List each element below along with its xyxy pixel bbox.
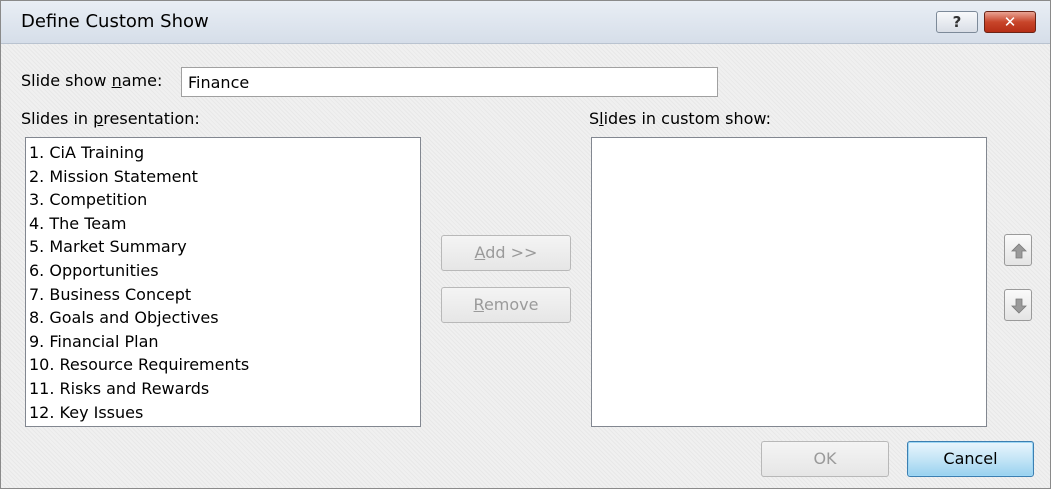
list-item[interactable]: 10. Resource Requirements xyxy=(26,353,420,377)
label-mnemonic: p xyxy=(93,109,104,128)
move-up-button[interactable] xyxy=(1004,234,1032,266)
list-item[interactable]: 6. Opportunities xyxy=(26,259,420,283)
slide-show-name-label: Slide show name: xyxy=(21,71,162,90)
help-button[interactable]: ? xyxy=(936,11,978,33)
button-label: emove xyxy=(483,295,539,314)
button-label: dd >> xyxy=(485,243,538,262)
button-mnemonic: A xyxy=(474,243,486,262)
slides-in-presentation-label: Slides in presentation: xyxy=(21,109,200,128)
close-button[interactable]: ✕ xyxy=(984,11,1036,33)
remove-button[interactable]: Remove xyxy=(441,287,571,323)
list-item[interactable]: 2. Mission Statement xyxy=(26,165,420,189)
define-custom-show-dialog: Define Custom Show ? ✕ Slide show name: … xyxy=(0,0,1051,489)
cancel-button[interactable]: Cancel xyxy=(907,441,1034,477)
list-item[interactable]: 9. Financial Plan xyxy=(26,330,420,354)
label-text: Slides in xyxy=(21,109,94,128)
help-icon: ? xyxy=(952,13,962,31)
ok-button[interactable]: OK xyxy=(761,441,889,477)
add-button[interactable]: Add >> xyxy=(441,235,571,271)
label-text: ame: xyxy=(121,71,163,90)
move-down-button[interactable] xyxy=(1004,289,1032,321)
slide-show-name-input[interactable] xyxy=(181,67,718,97)
arrow-down-icon xyxy=(1011,298,1027,314)
label-mnemonic: n xyxy=(111,71,122,90)
close-icon: ✕ xyxy=(1003,13,1017,31)
list-item[interactable]: 4. The Team xyxy=(26,212,420,236)
label-text: resentation: xyxy=(103,109,200,128)
list-item[interactable]: 8. Goals and Objectives xyxy=(26,306,420,330)
list-item[interactable]: 12. Key Issues xyxy=(26,401,420,425)
list-item[interactable]: 1. CiA Training xyxy=(26,141,420,165)
list-item[interactable]: 11. Risks and Rewards xyxy=(26,377,420,401)
button-label: OK xyxy=(813,449,837,468)
label-text: S xyxy=(589,109,600,128)
list-item[interactable]: 3. Competition xyxy=(26,188,420,212)
label-text: Slide show xyxy=(21,71,112,90)
button-label: Cancel xyxy=(943,449,998,468)
list-item[interactable]: 7. Business Concept xyxy=(26,283,420,307)
title-bar: Define Custom Show ? ✕ xyxy=(1,1,1050,44)
arrow-up-icon xyxy=(1011,243,1027,259)
label-text: ides in custom show: xyxy=(603,109,772,128)
presentation-slides-list[interactable]: 1. CiA Training 2. Mission Statement 3. … xyxy=(25,137,421,427)
dialog-title: Define Custom Show xyxy=(21,11,209,32)
slides-in-custom-show-label: Slides in custom show: xyxy=(589,109,771,128)
custom-show-slides-list[interactable] xyxy=(591,137,987,427)
button-mnemonic: R xyxy=(473,295,484,314)
list-item[interactable]: 5. Market Summary xyxy=(26,235,420,259)
